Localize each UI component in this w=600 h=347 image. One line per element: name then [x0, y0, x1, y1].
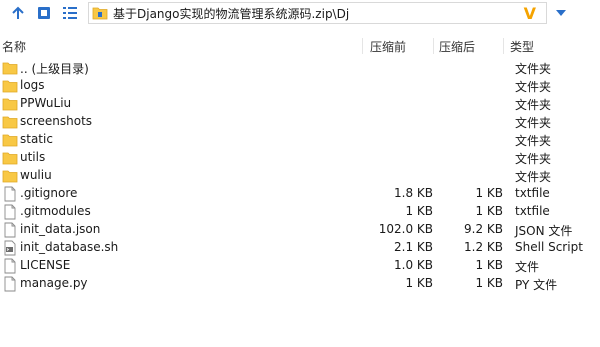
file-name: static [20, 132, 53, 146]
list-item[interactable]: utils 文件夹 [0, 149, 600, 167]
file-packed-size: 1 KB [475, 276, 503, 290]
file-name: .gitmodules [20, 204, 91, 218]
list-item[interactable]: LICENSE 1.0 KB 1 KB 文件 [0, 257, 600, 275]
file-type: JSON 文件 [515, 224, 573, 238]
file-icon [2, 258, 18, 274]
list-item[interactable]: PPWuLiu 文件夹 [0, 95, 600, 113]
file-name: .. (上级目录) [20, 62, 89, 76]
file-type: txtfile [515, 186, 550, 200]
column-divider[interactable] [433, 38, 434, 54]
file-type: 文件夹 [515, 80, 552, 94]
folder-icon [2, 150, 18, 166]
file-name: wuliu [20, 168, 52, 182]
file-type: 文件夹 [515, 152, 552, 166]
file-type: 文件夹 [515, 62, 552, 76]
file-type: Shell Script [515, 240, 583, 254]
column-packed[interactable]: 压缩后 [439, 38, 475, 55]
file-size: 102.0 KB [378, 222, 433, 236]
file-packed-size: 1 KB [475, 258, 503, 272]
file-type: 文件夹 [515, 134, 552, 148]
file-type: 文件 [515, 260, 540, 274]
chevron-down-icon[interactable] [550, 2, 572, 24]
file-name: init_data.json [20, 222, 101, 236]
address-path: 基于Django实现的物流管理系统源码.zip\Dj [113, 6, 350, 21]
archive-folder-icon [91, 5, 109, 21]
file-packed-size: 1 KB [475, 204, 503, 218]
list-item[interactable]: .. (上级目录) 文件夹 [0, 59, 600, 77]
file-size: 1 KB [405, 276, 433, 290]
file-type: 文件夹 [515, 170, 552, 184]
file-size: 2.1 KB [394, 240, 433, 254]
file-name: screenshots [20, 114, 93, 128]
column-header: 名称 压缩前 压缩后 类型 [0, 36, 600, 56]
list-item[interactable]: static 文件夹 [0, 131, 600, 149]
list-view-icon[interactable] [60, 3, 80, 23]
file-packed-size: 1 KB [475, 186, 503, 200]
address-bar[interactable]: 基于Django实现的物流管理系统源码.zip\Dj V [88, 2, 547, 24]
list-item[interactable]: .gitignore 1.8 KB 1 KB txtfile [0, 185, 600, 203]
file-size: 1.8 KB [394, 186, 433, 200]
file-packed-size: 9.2 KB [464, 222, 503, 236]
list-item[interactable]: .gitmodules 1 KB 1 KB txtfile [0, 203, 600, 221]
column-divider[interactable] [362, 38, 363, 54]
column-name[interactable]: 名称 [2, 38, 26, 55]
column-type[interactable]: 类型 [510, 38, 534, 55]
folder-icon [2, 96, 18, 112]
file-name: .gitignore [20, 186, 78, 200]
list-item[interactable]: logs 文件夹 [0, 77, 600, 95]
list-item[interactable]: wuliu 文件夹 [0, 167, 600, 185]
v-logo-icon: V [523, 4, 536, 23]
file-icon [2, 204, 18, 220]
folder-icon [2, 60, 18, 76]
file-packed-size: 1.2 KB [464, 240, 503, 254]
list-item[interactable]: init_data.json 102.0 KB 9.2 KB JSON 文件 [0, 221, 600, 239]
list-item[interactable]: screenshots 文件夹 [0, 113, 600, 131]
file-type: PY 文件 [515, 278, 558, 292]
file-name: init_database.sh [20, 240, 119, 254]
column-size[interactable]: 压缩前 [370, 38, 406, 55]
file-size: 1.0 KB [394, 258, 433, 272]
file-icon [2, 186, 18, 202]
folder-icon [2, 168, 18, 184]
list-item[interactable]: manage.py 1 KB 1 KB PY 文件 [0, 275, 600, 293]
column-divider[interactable] [503, 38, 504, 54]
address-toolbar: 基于Django实现的物流管理系统源码.zip\Dj V [0, 0, 600, 26]
folder-icon [2, 132, 18, 148]
list-item[interactable]: init_database.sh 2.1 KB 1.2 KB Shell Scr… [0, 239, 600, 257]
file-name: LICENSE [20, 258, 71, 272]
folder-icon [2, 114, 18, 130]
up-arrow-icon[interactable] [8, 3, 28, 23]
file-type: txtfile [515, 204, 550, 218]
file-type: 文件夹 [515, 116, 552, 130]
home-icon[interactable] [34, 3, 54, 23]
file-name: manage.py [20, 276, 88, 290]
file-name: utils [20, 150, 46, 164]
file-type: 文件夹 [515, 98, 552, 112]
file-name: logs [20, 78, 45, 92]
file-size: 1 KB [405, 204, 433, 218]
file-name: PPWuLiu [20, 96, 72, 110]
folder-icon [2, 78, 18, 94]
file-icon [2, 276, 18, 292]
script-icon [2, 240, 18, 256]
file-icon [2, 222, 18, 238]
